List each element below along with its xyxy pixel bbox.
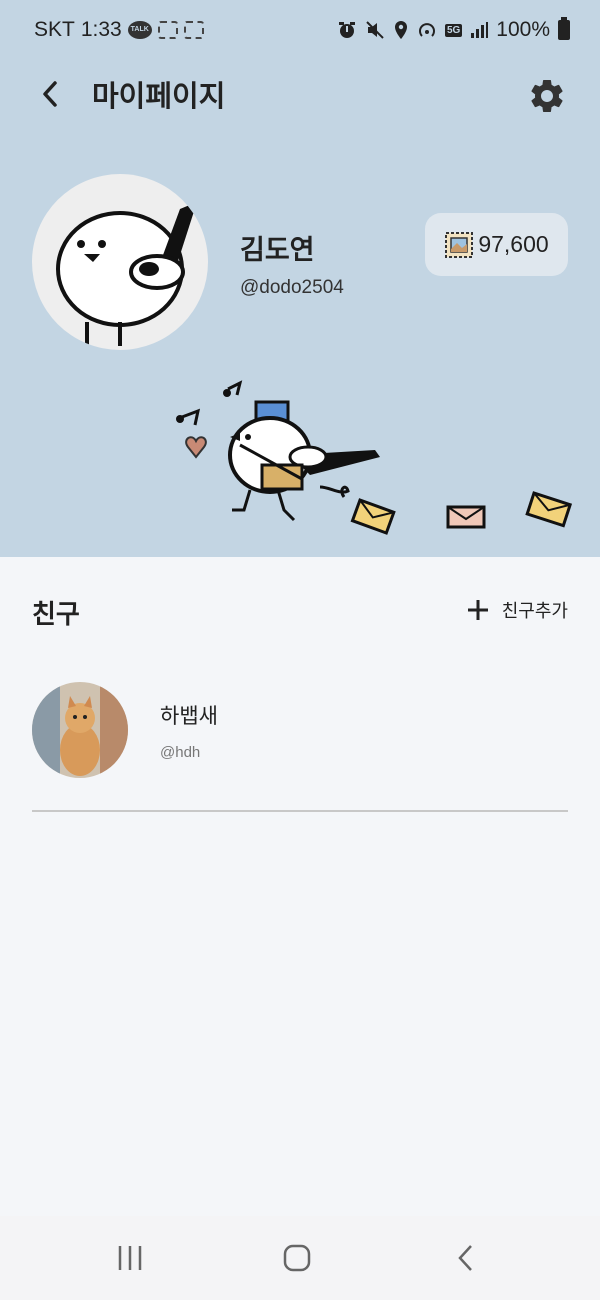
battery-percent: 100% bbox=[496, 18, 550, 41]
status-bar: SKT 1:33 TALK 5G 100% bbox=[0, 0, 600, 60]
back-button[interactable] bbox=[32, 74, 68, 114]
hotspot-icon bbox=[419, 23, 435, 37]
signal-icon bbox=[471, 22, 489, 38]
friend-avatar bbox=[32, 682, 128, 778]
location-icon bbox=[394, 21, 407, 39]
clock: 1:33 bbox=[80, 18, 122, 41]
screen-record-icon bbox=[183, 21, 204, 39]
settings-button[interactable] bbox=[527, 76, 567, 116]
cat-photo bbox=[32, 682, 128, 778]
home-icon[interactable] bbox=[282, 1242, 312, 1274]
friend-list-item[interactable]: 하뱁새 @hdh bbox=[32, 682, 568, 812]
bird-avatar-illustration bbox=[56, 202, 197, 346]
carrier-label: SKT bbox=[34, 18, 75, 41]
app-header: 마이페이지 bbox=[0, 60, 600, 130]
add-friend-label: 친구추가 bbox=[501, 601, 568, 622]
points-badge[interactable]: 97,600 bbox=[425, 213, 568, 276]
add-friend-button[interactable]: 친구추가 bbox=[466, 594, 568, 626]
plus-icon bbox=[467, 600, 488, 620]
friends-section-header: 친구 친구추가 bbox=[0, 580, 600, 640]
profile-avatar[interactable] bbox=[32, 174, 208, 350]
page-title: 마이페이지 bbox=[92, 79, 226, 113]
battery-icon bbox=[558, 17, 570, 40]
gear-icon bbox=[531, 79, 563, 112]
system-nav-bar bbox=[0, 1216, 600, 1300]
mute-icon bbox=[366, 21, 384, 39]
recent-apps-icon[interactable] bbox=[116, 1242, 144, 1274]
profile-name: 김도연 bbox=[240, 235, 315, 266]
alarm-icon bbox=[338, 22, 355, 38]
chevron-left-icon bbox=[43, 81, 57, 107]
nav-back-icon[interactable] bbox=[454, 1242, 478, 1274]
stamp-icon bbox=[445, 231, 474, 258]
postman-bird-illustration bbox=[176, 380, 573, 535]
profile-handle: @dodo2504 bbox=[240, 277, 344, 298]
points-value: 97,600 bbox=[478, 231, 549, 257]
screenshot-icon bbox=[157, 21, 178, 39]
kakaotalk-icon: TALK bbox=[127, 21, 152, 39]
friend-handle: @hdh bbox=[160, 744, 201, 761]
network-5g-badge: 5G bbox=[444, 23, 463, 37]
friends-title: 친구 bbox=[32, 600, 80, 630]
friend-name: 하뱁새 bbox=[160, 704, 218, 728]
